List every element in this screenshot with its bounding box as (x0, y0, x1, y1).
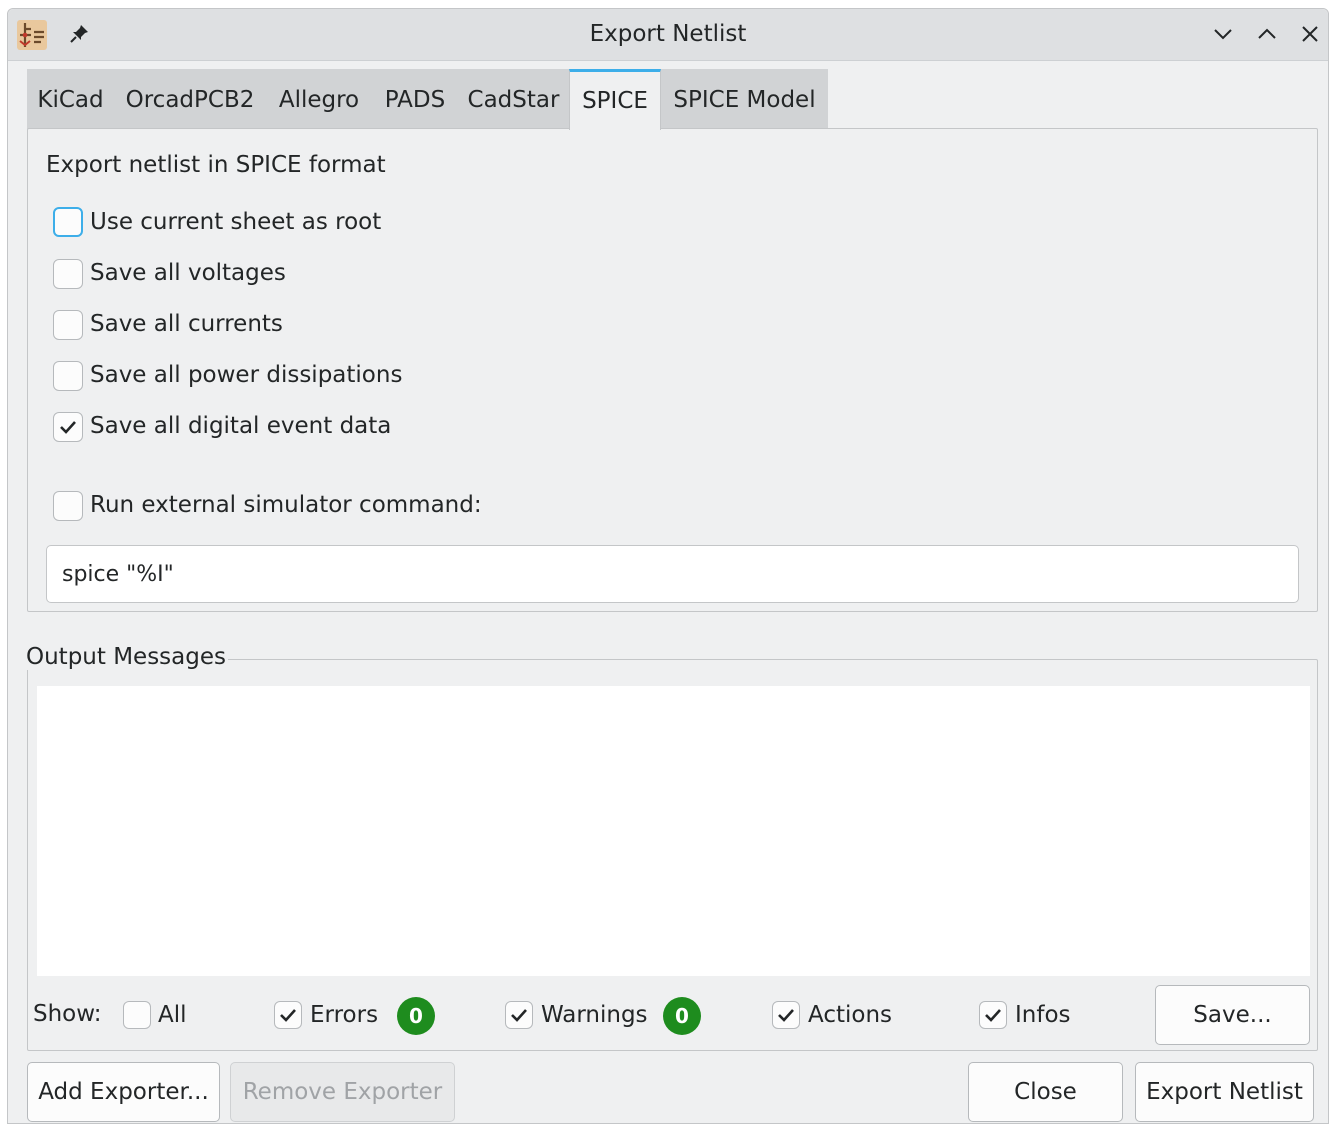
filter-warnings-checkbox[interactable] (505, 1001, 533, 1029)
show-label: Show: (33, 1001, 102, 1027)
filter-infos-label[interactable]: Infos (1015, 1002, 1071, 1028)
save-currents-checkbox[interactable] (53, 310, 83, 340)
tab-spice[interactable]: SPICE (569, 69, 661, 130)
tab-spice-model[interactable]: SPICE Model (661, 69, 828, 129)
tab-allegro[interactable]: Allegro (266, 69, 372, 129)
close-button[interactable]: Close (968, 1062, 1123, 1122)
use-current-sheet-label[interactable]: Use current sheet as root (90, 209, 381, 235)
filter-infos-checkbox[interactable] (979, 1001, 1007, 1029)
tab-cadstar[interactable]: CadStar (458, 69, 569, 129)
save-messages-button[interactable]: Save... (1155, 985, 1310, 1045)
close-icon (1302, 26, 1318, 42)
maximize-button[interactable] (1254, 21, 1280, 47)
filter-all-label[interactable]: All (158, 1002, 187, 1028)
filter-warnings-label[interactable]: Warnings (541, 1002, 648, 1028)
remove-exporter-button[interactable]: Remove Exporter (230, 1062, 455, 1122)
checkmark-icon (60, 421, 76, 434)
output-messages-area[interactable] (37, 686, 1310, 976)
use-current-sheet-checkbox[interactable] (53, 207, 83, 237)
chevron-up-icon (1258, 28, 1276, 39)
close-window-button[interactable] (1297, 21, 1323, 47)
tab-kicad[interactable]: KiCad (27, 69, 114, 129)
run-simulator-checkbox[interactable] (53, 491, 83, 521)
output-messages-title: Output Messages (26, 644, 228, 670)
chevron-down-icon (1214, 29, 1232, 40)
spice-tab-panel: Export netlist in SPICE format Use curre… (27, 128, 1318, 612)
export-netlist-dialog: Export Netlist KiCad OrcadPCB2 Allegro P… (7, 8, 1329, 1124)
save-power-dissipations-label[interactable]: Save all power dissipations (90, 362, 402, 388)
filter-all-checkbox[interactable] (123, 1001, 151, 1029)
save-voltages-label[interactable]: Save all voltages (90, 260, 286, 286)
save-digital-event-data-checkbox[interactable] (53, 412, 83, 442)
window-title: Export Netlist (589, 21, 747, 47)
checkmark-icon (511, 1009, 527, 1022)
add-exporter-button[interactable]: Add Exporter... (27, 1062, 220, 1122)
filter-actions-label[interactable]: Actions (808, 1002, 892, 1028)
warnings-count-badge: 0 (663, 997, 701, 1035)
save-digital-event-data-label[interactable]: Save all digital event data (90, 413, 391, 439)
errors-count-badge: 0 (397, 997, 435, 1035)
save-power-dissipations-checkbox[interactable] (53, 361, 83, 391)
run-simulator-label[interactable]: Run external simulator command: (90, 492, 482, 518)
filter-errors-label[interactable]: Errors (310, 1002, 378, 1028)
filter-errors-checkbox[interactable] (274, 1001, 302, 1029)
export-netlist-button[interactable]: Export Netlist (1135, 1062, 1314, 1122)
checkmark-icon (778, 1009, 794, 1022)
simulator-command-input[interactable] (46, 545, 1299, 603)
checkmark-icon (985, 1009, 1001, 1022)
title-bar: Export Netlist (8, 9, 1328, 61)
minimize-button[interactable] (1210, 21, 1236, 47)
checkmark-icon (280, 1009, 296, 1022)
filter-actions-checkbox[interactable] (772, 1001, 800, 1029)
tab-orcadpcb2[interactable]: OrcadPCB2 (114, 69, 266, 129)
save-voltages-checkbox[interactable] (53, 259, 83, 289)
panel-heading: Export netlist in SPICE format (46, 152, 386, 178)
save-currents-label[interactable]: Save all currents (90, 311, 283, 337)
tab-pads[interactable]: PADS (372, 69, 458, 129)
